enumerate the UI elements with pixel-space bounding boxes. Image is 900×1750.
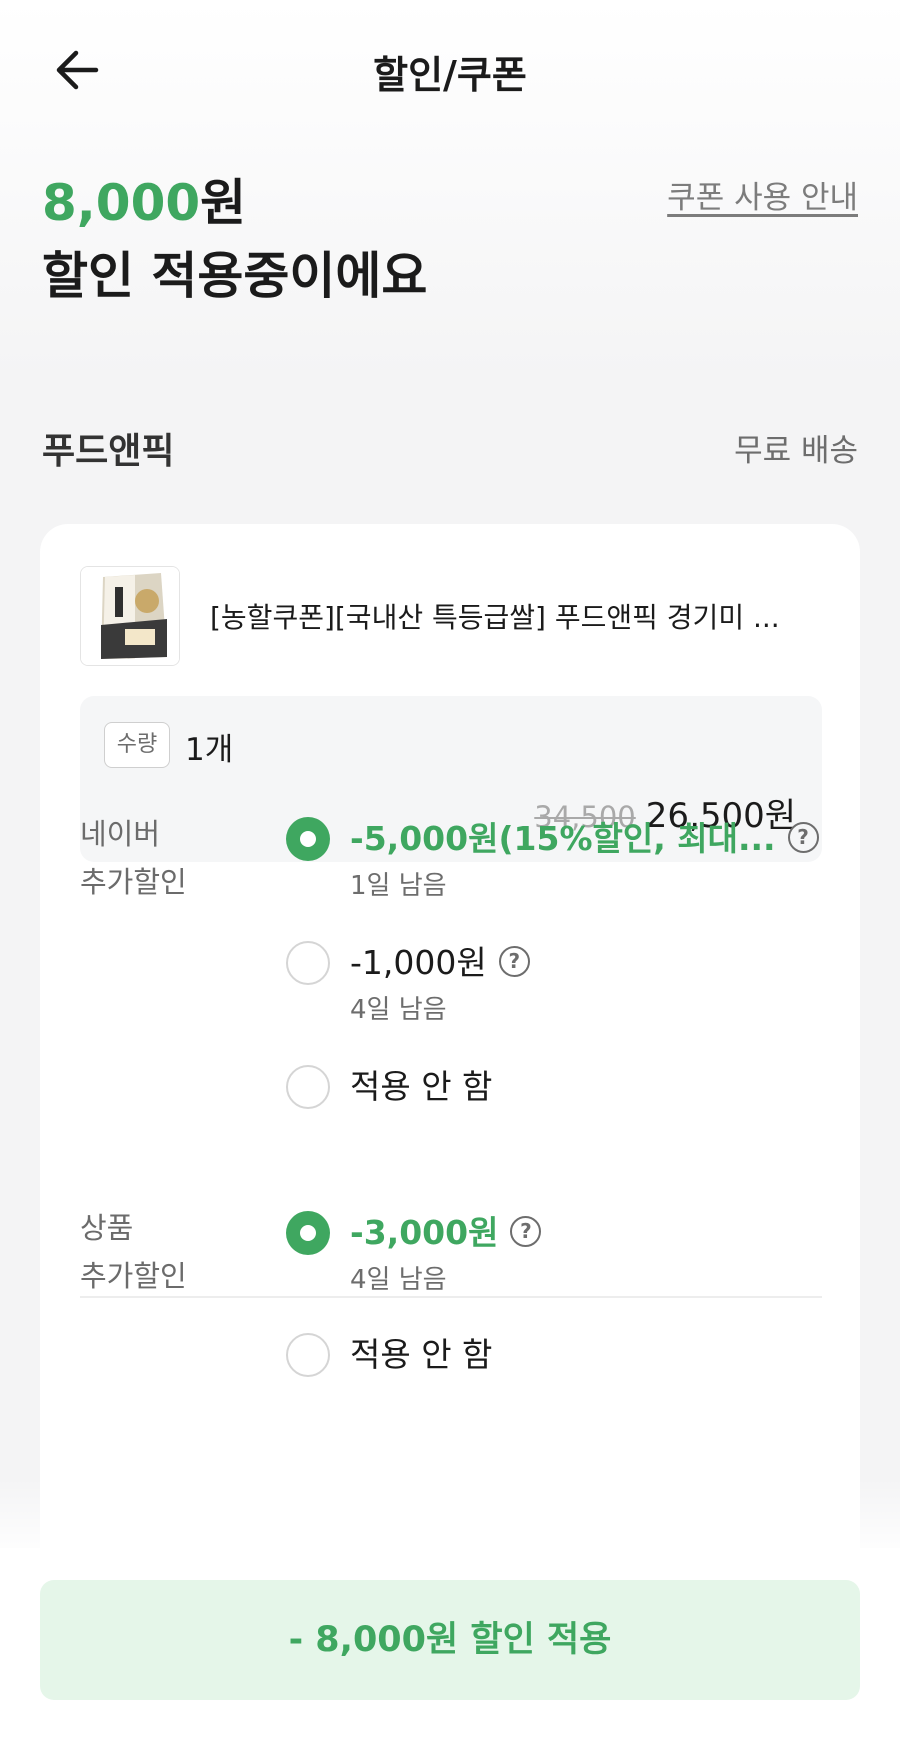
radio-unselected[interactable]: [286, 1333, 330, 1377]
shipping-info: 무료 배송: [734, 433, 858, 469]
option-label: 적용 안 함: [350, 1067, 493, 1106]
days-remaining: 4일 남음: [350, 1265, 447, 1295]
naver-discount-option-1[interactable]: -5,000원(15%할인, 최대...? 1일 남음: [286, 814, 826, 910]
product-title: [농할쿠폰][국내산 특등급쌀] 푸드앤픽 경기미 ...: [210, 601, 780, 634]
coupon-guide-link[interactable]: 쿠폰 사용 안내: [667, 172, 858, 217]
radio-unselected[interactable]: [286, 941, 330, 985]
naver-discount-option-none[interactable]: 적용 안 함: [286, 1062, 826, 1116]
product-discount-label: 상품 추가할인: [80, 1211, 187, 1293]
page-title: 할인/쿠폰: [373, 53, 527, 97]
discount-amount: 8,000: [42, 174, 201, 232]
option-label: -5,000원(15%할인, 최대...: [350, 819, 776, 858]
radio-selected[interactable]: [286, 1211, 330, 1255]
radio-unselected[interactable]: [286, 1065, 330, 1109]
product-discount-option-1[interactable]: -3,000원? 4일 남음: [286, 1208, 826, 1304]
discount-message: 할인 적용중이에요: [42, 247, 428, 305]
product-discount-option-none[interactable]: 적용 안 함: [286, 1330, 826, 1384]
help-icon[interactable]: ?: [510, 1216, 542, 1247]
help-icon[interactable]: ?: [787, 822, 819, 853]
apply-discount-button[interactable]: - 8,000원 할인 적용: [40, 1580, 860, 1700]
quantity-badge: 수량: [104, 722, 170, 768]
quantity-value: 1개: [185, 732, 234, 768]
radio-selected[interactable]: [286, 817, 330, 861]
option-label: 적용 안 함: [350, 1335, 493, 1374]
help-icon[interactable]: ?: [498, 946, 530, 977]
discount-summary: 8,000원 할인 적용중이에요: [42, 168, 427, 314]
seller-name: 푸드앤픽: [42, 431, 175, 472]
product-thumbnail: [80, 566, 180, 666]
days-remaining: 1일 남음: [350, 871, 447, 901]
option-label: -1,000원: [350, 943, 487, 982]
top-bar: 할인/쿠폰: [0, 0, 900, 140]
naver-discount-label: 네이버 추가할인: [80, 817, 187, 899]
discount-currency: 원: [200, 174, 247, 232]
naver-discount-option-2[interactable]: -1,000원? 4일 남음: [286, 938, 826, 1034]
days-remaining: 4일 남음: [350, 995, 447, 1025]
option-label: -3,000원: [350, 1213, 499, 1252]
